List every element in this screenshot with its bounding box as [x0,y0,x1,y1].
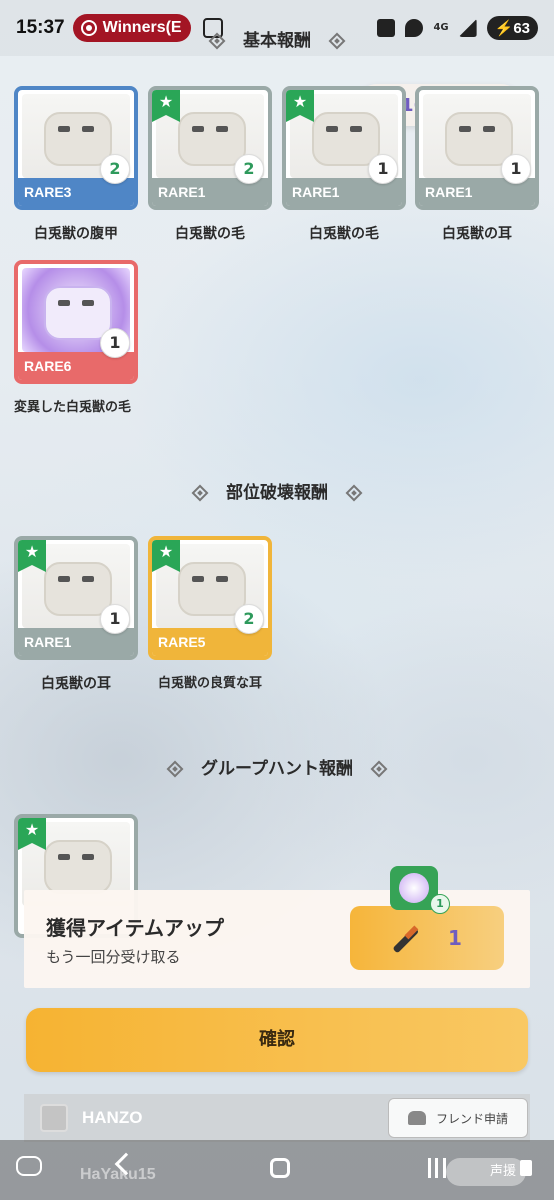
add-friend-icon [407,1111,426,1125]
item-count: 1 [100,328,130,358]
section-header-break: 部位破壊報酬 [0,478,554,503]
item-count: 2 [100,154,130,184]
item-count: 2 [234,154,264,184]
item-card[interactable]: RARE1 1 [415,86,539,210]
section-title-basic: 基本報酬 [243,31,311,51]
bonus-value: 1 [448,926,462,950]
bonus-title: 獲得アイテムアップ [46,916,224,940]
cheer-button[interactable]: 声援 [446,1158,526,1186]
diamond-icon [191,484,209,502]
bonus-panel: 獲得アイテムアップ もう一回分受け取る 1 1 [24,866,530,988]
item-name: 白兎獣の毛 [309,226,379,242]
item-card[interactable]: ★ RARE5 2 [148,536,272,660]
diamond-icon [208,32,226,50]
reward-item[interactable]: RARE3 2 白兎獣の腹甲 [14,86,138,244]
friend-request-label: フレンド申請 [435,1111,508,1126]
reward-item[interactable]: ★ RARE5 2 白兎獣の良質な耳 [148,536,272,694]
item-name: 白兎獣の耳 [41,676,111,692]
diamond-icon [370,760,388,778]
diamond-icon [345,484,363,502]
bonus-subtitle: もう一回分受け取る [46,948,181,966]
orb-icon [399,873,429,903]
bonus-claim-button[interactable]: 1 [350,906,504,970]
section-header-basic: 基本報酬 [0,26,554,51]
recent-apps-icon[interactable] [428,1158,446,1178]
item-name: 白兎獣の耳 [442,226,512,242]
item-count: 1 [100,604,130,634]
home-icon[interactable] [270,1158,290,1178]
item-name: 白兎獣の良質な耳 [157,676,262,691]
item-count: 2 [234,604,264,634]
confirm-button[interactable]: 確認 [26,1008,528,1072]
item-name: 変異した白兎獣の毛 [14,400,132,415]
bonus-badge-count: 1 [430,894,450,914]
item-count: 1 [368,154,398,184]
player-name: HANZO [82,1108,143,1127]
item-card[interactable]: RARE6 1 [14,260,138,384]
item-count: 1 [501,154,531,184]
diamond-icon [328,32,346,50]
knife-icon [388,923,419,954]
player-weapon-icon [40,1104,68,1132]
item-card[interactable]: RARE3 2 [14,86,138,210]
reward-item[interactable]: ★ RARE1 2 白兎獣の毛 [148,86,272,244]
section-header-group: グループハント報酬 [0,754,554,779]
player-name-secondary: HaYaku15 [80,1166,156,1183]
item-name: 白兎獣の腹甲 [34,226,118,242]
item-card[interactable]: ★ RARE1 1 [282,86,406,210]
reward-item[interactable]: RARE1 1 白兎獣の耳 [415,86,539,244]
reward-item[interactable]: ★ RARE1 1 白兎獣の耳 [14,536,138,694]
reward-item[interactable]: ★ RARE1 1 白兎獣の毛 [282,86,406,244]
section-title-group: グループハント報酬 [201,759,353,779]
item-card[interactable]: ★ RARE1 1 [14,536,138,660]
gamepad-icon[interactable] [16,1156,42,1176]
item-card[interactable]: ★ RARE1 2 [148,86,272,210]
section-title-break: 部位破壊報酬 [226,483,328,503]
lock-icon [520,1160,532,1176]
reward-item[interactable]: RARE6 1 変異した白兎獣の毛 [14,260,138,418]
diamond-icon [166,760,184,778]
item-name: 白兎獣の毛 [175,226,245,242]
friend-request-button[interactable]: フレンド申請 [388,1098,528,1138]
